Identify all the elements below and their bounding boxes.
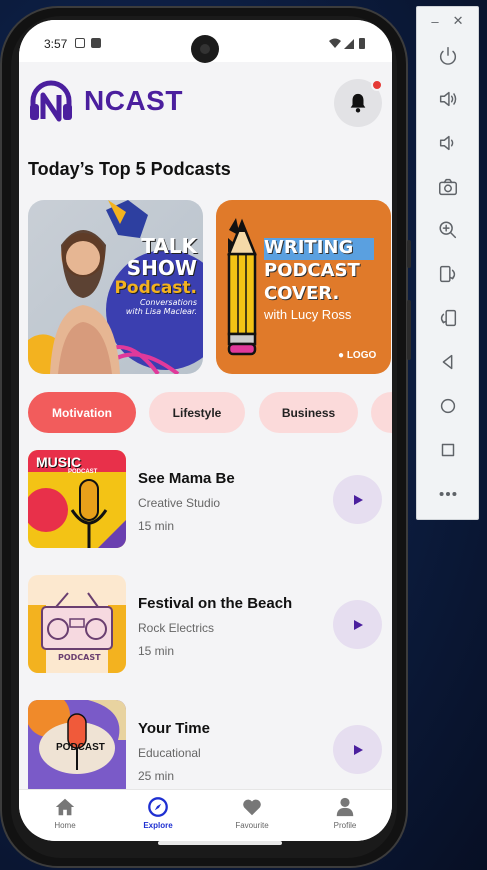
signal-icon xyxy=(344,39,354,49)
power-button[interactable] xyxy=(435,43,461,69)
app-header: NCAST xyxy=(19,62,392,142)
rotate-right-button[interactable] xyxy=(435,305,461,331)
nav-profile[interactable]: Profile xyxy=(315,796,375,830)
volume-up-button[interactable] xyxy=(435,86,461,112)
camera-icon xyxy=(439,178,457,196)
cover-title-line: WRITING xyxy=(264,237,354,258)
close-icon[interactable]: ✕ xyxy=(453,13,464,29)
zoom-icon xyxy=(439,221,457,239)
cover-title-line: SHOW xyxy=(126,256,197,280)
notification-a-icon xyxy=(75,38,85,48)
cover-logo: ● LOGO xyxy=(338,350,377,361)
minimize-icon[interactable]: – xyxy=(431,14,438,29)
podcast-artist: Educational xyxy=(138,746,201,760)
overview-button[interactable] xyxy=(435,437,461,463)
compass-icon xyxy=(148,797,168,817)
front-camera xyxy=(191,35,219,63)
podcast-artist: Rock Electrics xyxy=(138,621,215,635)
nav-label: Favourite xyxy=(235,821,269,830)
podcast-title: See Mama Be xyxy=(138,470,235,487)
podcast-list-item[interactable]: PODCAST Your Time Educational 25 min xyxy=(28,700,383,800)
sd-card-icon xyxy=(91,38,101,48)
home-circle-icon xyxy=(440,398,456,414)
nav-label: Explore xyxy=(143,821,173,830)
rotate-right-icon xyxy=(440,309,457,327)
category-chip-motivation[interactable]: Motivation xyxy=(28,392,136,433)
podcast-list-item[interactable]: MUSIC PODCAST See Mama Be Creative Studi… xyxy=(28,450,383,550)
overview-icon xyxy=(441,443,455,457)
art-text: MUSIC xyxy=(36,454,82,470)
power-icon xyxy=(439,47,457,65)
back-button[interactable] xyxy=(435,349,461,375)
status-bar: 3:57 xyxy=(19,20,392,63)
nav-favourite[interactable]: Favourite xyxy=(222,796,282,830)
bottom-navigation: Home Explore Favourite Profile xyxy=(19,789,392,841)
cover-title-line: TALK xyxy=(141,234,197,258)
home-button[interactable] xyxy=(435,393,461,419)
cover-title-line: PODCAST xyxy=(264,260,360,281)
category-chip-business[interactable]: Business xyxy=(259,392,358,433)
battery-icon xyxy=(359,38,365,49)
cover-logo-text: LOGO xyxy=(346,350,377,361)
rotate-left-button[interactable] xyxy=(435,261,461,287)
play-icon xyxy=(353,494,363,505)
app-brand: NCAST xyxy=(84,85,183,116)
back-icon xyxy=(442,354,453,370)
zoom-button[interactable] xyxy=(435,217,461,243)
cover-subtitle: with Lucy Ross xyxy=(264,307,352,322)
podcast-artwork: PODCAST xyxy=(28,700,126,798)
podcast-artwork: MUSIC PODCAST xyxy=(28,450,126,548)
bell-icon xyxy=(350,93,366,113)
nav-label: Home xyxy=(54,821,76,830)
volume-up-icon xyxy=(439,91,457,107)
play-button[interactable] xyxy=(333,725,382,774)
podcast-duration: 15 min xyxy=(138,644,175,658)
play-icon xyxy=(353,619,363,630)
cover-title-line: COVER. xyxy=(264,283,340,304)
home-icon xyxy=(55,798,75,816)
cover-title-line: Podcast. xyxy=(114,278,197,298)
emulator-window-controls: – ✕ xyxy=(417,7,478,35)
phone-side-button xyxy=(407,300,411,360)
notification-badge xyxy=(371,79,383,91)
status-icons xyxy=(329,38,365,49)
podcast-duration: 25 min xyxy=(138,769,175,783)
category-chip-lifestyle[interactable]: Lifestyle xyxy=(149,392,245,433)
nav-label: Profile xyxy=(333,821,357,830)
gesture-home-indicator[interactable] xyxy=(158,841,282,845)
podcast-cover-card[interactable]: TALK SHOW Podcast. Conversations with Li… xyxy=(28,200,203,374)
heart-icon xyxy=(243,799,261,816)
podcast-title: Your Time xyxy=(138,720,210,737)
podcast-artist: Creative Studio xyxy=(138,496,221,510)
wifi-icon xyxy=(329,38,341,48)
nav-home[interactable]: Home xyxy=(35,796,95,830)
play-icon xyxy=(353,744,363,755)
volume-down-button[interactable] xyxy=(435,130,461,156)
cover-subtitle: Conversations with Lisa Maclear. xyxy=(125,298,197,316)
podcast-cover-card[interactable]: WRITING PODCAST COVER. with Lucy Ross ● … xyxy=(216,200,391,374)
podcast-list-item[interactable]: PODCAST Festival on the Beach Rock Elect… xyxy=(28,575,383,675)
app-screen: 3:57 NCAST Today’s Top 5 Podcasts TALK S… xyxy=(19,20,392,841)
play-button[interactable] xyxy=(333,600,382,649)
phone-side-button xyxy=(407,240,411,268)
headphones-logo-icon xyxy=(30,80,72,122)
rotate-left-icon xyxy=(439,265,456,283)
category-chip-more[interactable] xyxy=(371,392,392,433)
more-button[interactable] xyxy=(435,481,461,507)
screenshot-button[interactable] xyxy=(435,174,461,200)
podcast-title: Festival on the Beach xyxy=(138,595,293,612)
section-title: Today’s Top 5 Podcasts xyxy=(28,159,231,179)
status-time: 3:57 xyxy=(44,37,68,51)
art-text: PODCAST xyxy=(56,742,105,753)
podcast-artwork: PODCAST xyxy=(28,575,126,673)
emulator-toolbar: – ✕ xyxy=(416,6,479,520)
nav-explore[interactable]: Explore xyxy=(128,796,188,830)
podcast-duration: 15 min xyxy=(138,519,175,533)
art-text: PODCAST xyxy=(68,469,98,475)
more-icon xyxy=(439,491,457,497)
person-icon xyxy=(336,797,354,817)
play-button[interactable] xyxy=(333,475,382,524)
volume-down-icon xyxy=(439,135,454,151)
art-text: PODCAST xyxy=(58,653,101,662)
